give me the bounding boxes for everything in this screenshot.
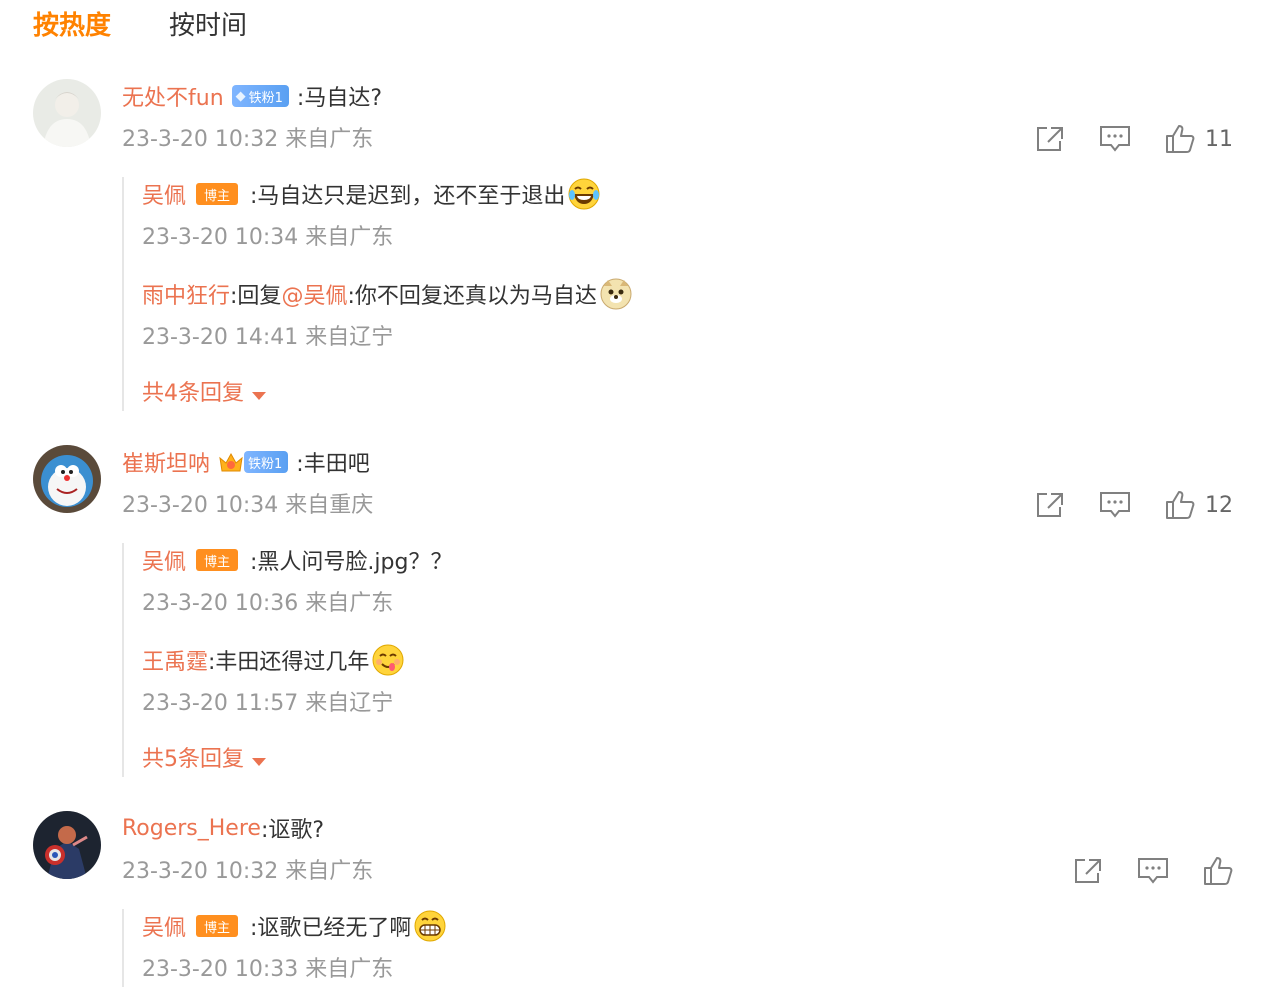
reply-meta: 23-3-20 14:41 来自辽宁 bbox=[142, 325, 394, 350]
comment-meta: 23-3-20 10:32 来自广东 bbox=[122, 859, 374, 884]
avatar[interactable] bbox=[33, 811, 101, 879]
reply-list: 吴佩 博主 :黑人问号脸.jpg？？ 23-3-20 10:36 来自广东 王禹… bbox=[122, 543, 452, 777]
username[interactable]: 吴佩 bbox=[142, 544, 186, 576]
more-replies-link[interactable]: 共4条回复 bbox=[124, 377, 633, 411]
reply-text: :黑人问号脸.jpg？？ bbox=[250, 550, 453, 575]
thumbs-up-icon bbox=[1204, 857, 1233, 885]
comment-meta: 23-3-20 10:34 来自重庆 bbox=[122, 493, 374, 518]
fan-badge[interactable]: 铁粉1 bbox=[244, 451, 289, 473]
share-button[interactable] bbox=[1035, 491, 1065, 519]
reply-button[interactable] bbox=[1099, 491, 1131, 519]
fan-badge[interactable]: ◆ 铁粉1 bbox=[231, 85, 289, 107]
reply-prefix: :回复 bbox=[230, 284, 282, 309]
reply-text: :讴歌已经无了啊 bbox=[250, 916, 412, 941]
reply-list: 吴佩 博主 :讴歌已经无了啊 23-3-20 10:33 来自广东 bbox=[122, 909, 447, 987]
avatar[interactable] bbox=[33, 445, 101, 513]
comment-actions: 11 bbox=[1001, 121, 1233, 157]
comment-header: Rogers_Here :讴歌? bbox=[122, 811, 324, 845]
grin-emoji bbox=[413, 909, 447, 943]
doge-emoji bbox=[599, 277, 633, 311]
share-icon bbox=[1075, 859, 1101, 883]
reply-item: 吴佩 博主 :马自达只是迟到，还不至于退出 23-3-20 10:34 来自广东 bbox=[124, 177, 633, 255]
thumbs-up-icon bbox=[1166, 125, 1195, 153]
reply-item: 吴佩 博主 :讴歌已经无了啊 23-3-20 10:33 来自广东 bbox=[124, 909, 447, 987]
fan-badge-label: 铁粉1 bbox=[248, 90, 283, 106]
caret-down-icon bbox=[252, 391, 266, 400]
share-icon bbox=[1037, 127, 1063, 151]
more-replies-label: 共5条回复 bbox=[142, 747, 244, 772]
username[interactable]: 吴佩 bbox=[142, 910, 186, 942]
comment-text: :丰田吧 bbox=[296, 452, 370, 477]
reply-item: 雨中狂行 :回复 @吴佩 :你不回复还真以为马自达 23-3-20 14:41 … bbox=[124, 277, 633, 355]
avatar[interactable] bbox=[33, 79, 101, 147]
reply-list: 吴佩 博主 :马自达只是迟到，还不至于退出 23-3-20 10:34 来自广东… bbox=[122, 177, 633, 411]
reply-item: 吴佩 博主 :黑人问号脸.jpg？？ 23-3-20 10:36 来自广东 bbox=[124, 543, 452, 621]
crown-icon bbox=[218, 450, 244, 474]
username[interactable]: 雨中狂行 bbox=[142, 278, 230, 310]
blogger-badge: 博主 bbox=[196, 183, 239, 205]
username[interactable]: Rogers_Here bbox=[122, 816, 261, 841]
like-count: 12 bbox=[1205, 492, 1233, 518]
laugh-cry-emoji bbox=[567, 177, 601, 211]
comment-header: 崔斯坦呐 铁粉1 :丰田吧 bbox=[122, 445, 370, 479]
more-replies-label: 共4条回复 bbox=[142, 381, 244, 406]
comment-text: :马自达? bbox=[296, 86, 383, 111]
share-icon bbox=[1037, 493, 1063, 517]
username[interactable]: 吴佩 bbox=[142, 178, 186, 210]
reply-text: :丰田还得过几年 bbox=[208, 650, 370, 675]
like-button[interactable] bbox=[1203, 856, 1233, 886]
comment-header: 无处不fun ◆ 铁粉1 :马自达? bbox=[122, 79, 382, 113]
comment-text: :讴歌? bbox=[260, 818, 325, 843]
thumbs-up-icon bbox=[1166, 491, 1195, 519]
username[interactable]: 无处不fun bbox=[122, 80, 224, 112]
like-button[interactable]: 11 bbox=[1165, 124, 1233, 154]
reply-text: :马自达只是迟到，还不至于退出 bbox=[250, 184, 566, 209]
share-button[interactable] bbox=[1073, 857, 1103, 885]
comment-actions: 12 bbox=[1001, 487, 1233, 523]
sort-tabs: 按热度 按时间 bbox=[33, 6, 247, 46]
reply-meta: 23-3-20 11:57 来自辽宁 bbox=[142, 691, 394, 716]
yummy-emoji bbox=[371, 643, 405, 677]
tab-time[interactable]: 按时间 bbox=[169, 6, 247, 46]
more-replies-link[interactable]: 共5条回复 bbox=[124, 743, 452, 777]
reply-meta: 23-3-20 10:33 来自广东 bbox=[142, 957, 394, 982]
caret-down-icon bbox=[252, 757, 266, 766]
diamond-icon: ◆ bbox=[235, 88, 246, 104]
tab-hot[interactable]: 按热度 bbox=[33, 6, 111, 46]
like-count: 11 bbox=[1205, 126, 1233, 152]
reply-meta: 23-3-20 10:34 来自广东 bbox=[142, 225, 394, 250]
blogger-badge: 博主 bbox=[196, 915, 239, 937]
mention-link[interactable]: @吴佩 bbox=[281, 278, 347, 310]
reply-meta: 23-3-20 10:36 来自广东 bbox=[142, 591, 394, 616]
share-button[interactable] bbox=[1035, 125, 1065, 153]
comment-icon bbox=[1138, 858, 1168, 884]
reply-button[interactable] bbox=[1137, 857, 1169, 885]
comment-actions bbox=[1039, 853, 1233, 889]
username[interactable]: 王禹霆 bbox=[142, 644, 208, 676]
comment-meta: 23-3-20 10:32 来自广东 bbox=[122, 127, 374, 152]
comment-icon bbox=[1100, 126, 1130, 152]
reply-item: 王禹霆 :丰田还得过几年 23-3-20 11:57 来自辽宁 bbox=[124, 643, 452, 721]
username[interactable]: 崔斯坦呐 bbox=[122, 446, 210, 478]
fan-badge-label: 铁粉1 bbox=[248, 456, 283, 472]
blogger-badge: 博主 bbox=[196, 549, 239, 571]
reply-button[interactable] bbox=[1099, 125, 1131, 153]
comment-icon bbox=[1100, 492, 1130, 518]
like-button[interactable]: 12 bbox=[1165, 490, 1233, 520]
reply-text: :你不回复还真以为马自达 bbox=[347, 284, 597, 309]
